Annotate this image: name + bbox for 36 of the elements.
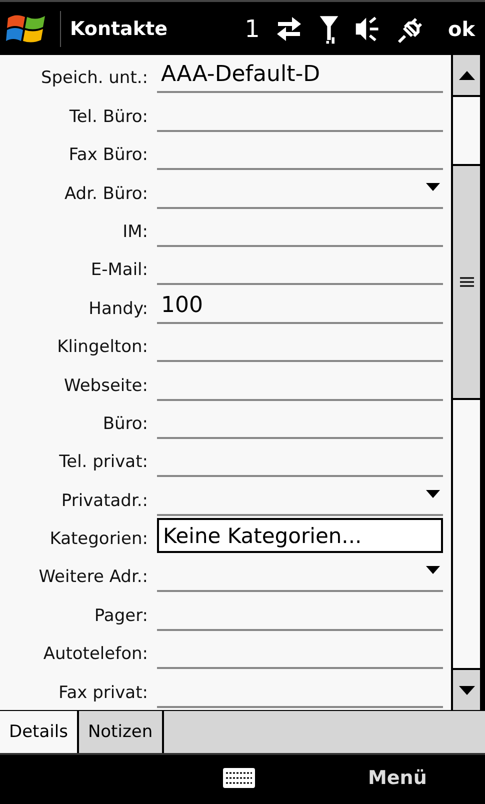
dropdown-arrow-icon <box>426 182 440 191</box>
field-label: Weitere Adr.: <box>38 566 149 590</box>
field-label: Fax Büro: <box>68 144 149 168</box>
scroll-thumb[interactable] <box>453 164 480 400</box>
field-label: Klingelton: <box>56 336 149 360</box>
scroll-up-button[interactable] <box>453 55 480 95</box>
scrollbar[interactable] <box>451 55 480 710</box>
input-field[interactable]: 100 <box>157 290 443 324</box>
input-field[interactable]: AAA-Default-D <box>157 59 443 94</box>
down-arrow-icon <box>458 686 474 694</box>
field-label: Büro: <box>102 412 149 436</box>
categories-button[interactable]: Keine Kategorien... <box>157 518 443 554</box>
field-label: Speich. unt.: <box>40 67 149 90</box>
notification-count[interactable]: 1 <box>244 14 260 42</box>
field-label: Fax privat: <box>58 682 149 705</box>
field-label: IM: <box>122 220 149 244</box>
dropdown-arrow-icon <box>426 490 440 498</box>
tab[interactable]: Details <box>0 711 79 753</box>
keyboard-icon[interactable] <box>223 768 255 788</box>
field-label: Pager: <box>93 604 149 628</box>
field-label: Autotelefon: <box>42 643 149 666</box>
field-label: Webseite: <box>63 374 149 398</box>
grip-icon <box>460 277 474 287</box>
ok-button[interactable]: ok <box>444 16 479 40</box>
dropdown-arrow-icon <box>426 566 440 574</box>
menu-soft-key[interactable]: Menü <box>362 766 433 790</box>
field-label: Tel. privat: <box>58 451 149 474</box>
field-label: Kategorien: <box>48 528 149 552</box>
window-title: Kontakte <box>70 18 168 40</box>
up-arrow-icon <box>458 70 474 80</box>
field-label: Privatadr.: <box>60 490 149 513</box>
scroll-down-button[interactable] <box>453 670 480 710</box>
field-label: Handy: <box>88 298 149 321</box>
field-label: Adr. Büro: <box>63 182 149 206</box>
field-label: Tel. Büro: <box>68 106 149 129</box>
field-label: E-Mail: <box>90 259 149 282</box>
